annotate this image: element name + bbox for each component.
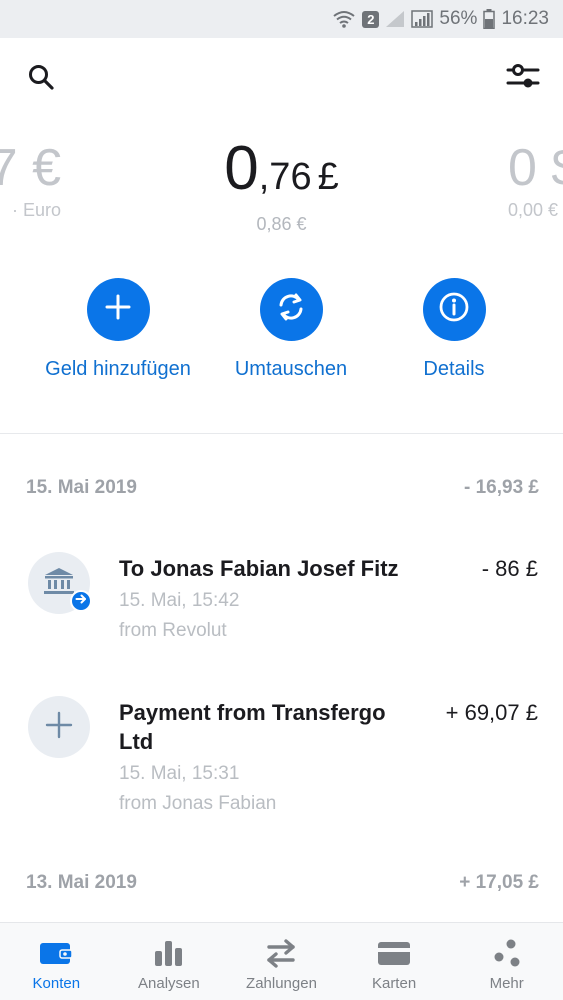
transaction-amount: - 86 £ [481, 556, 538, 581]
date-header: 13. Mai 2019 + 17,05 £ [26, 871, 539, 895]
signal-icon [411, 10, 434, 28]
transaction-avatar [28, 696, 90, 758]
signal-icon-secondary [385, 10, 405, 28]
exchange-circle[interactable] [259, 278, 323, 341]
arrow-right-icon [75, 592, 87, 610]
add-money-button[interactable]: Geld hinzufügen [28, 278, 208, 381]
add-money-circle[interactable] [86, 278, 150, 341]
top-bar [0, 38, 563, 118]
outgoing-badge [70, 590, 92, 612]
nav-analysen[interactable]: Analysen [113, 923, 226, 1000]
nav-mehr[interactable]: Mehr [450, 923, 563, 1000]
search-button[interactable] [24, 62, 58, 96]
transaction-title: Payment from Transfergo Ltd [119, 700, 386, 754]
filter-button[interactable] [505, 62, 541, 96]
transfer-arrows-icon [263, 937, 299, 969]
balance-converted-usd: 0,00 € [508, 200, 559, 220]
wifi-icon [332, 10, 356, 28]
search-icon [27, 63, 55, 96]
nav-analysen-label: Analysen [138, 975, 200, 992]
exchange-icon [275, 291, 307, 328]
transaction-amount: + 69,07 £ [445, 700, 538, 725]
nav-zahlungen[interactable]: Zahlungen [225, 923, 338, 1000]
date-label: 15. Mai 2019 [26, 477, 137, 498]
date-total: - 16,93 £ [464, 477, 539, 498]
details-label: Details [423, 358, 485, 380]
bottom-nav: Konten Analysen Zahlungen Karten Mehr [0, 922, 563, 1000]
transaction-row[interactable]: Payment from Transfergo Ltd + 69,07 £ 15… [0, 696, 563, 821]
nav-karten[interactable]: Karten [338, 923, 451, 1000]
transaction-time: 15. Mai, 15:31 [119, 763, 240, 784]
info-icon [438, 291, 470, 328]
clock: 16:23 [501, 8, 549, 29]
details-button[interactable]: Details [364, 278, 544, 381]
balance-converted: 0,86 € [256, 214, 307, 234]
exchange-button[interactable]: Umtauschen [201, 278, 381, 381]
nav-konten-label: Konten [32, 975, 81, 992]
more-dots-icon [490, 937, 524, 969]
transaction-time: 15. Mai, 15:42 [119, 590, 240, 611]
add-money-label: Geld hinzufügen [45, 358, 191, 380]
action-bar: Geld hinzufügen Umtauschen Details [0, 278, 563, 388]
plus-icon [105, 294, 131, 325]
balance-amount-usd: 0 $ [508, 139, 563, 197]
nav-konten[interactable]: Konten [0, 923, 113, 1000]
date-header: 15. Mai 2019 - 16,93 £ [26, 476, 539, 500]
balance-amount-gbp: 0,76 £ [0, 134, 563, 212]
nav-zahlungen-label: Zahlungen [246, 975, 317, 992]
transaction-detail: from Jonas Fabian [119, 793, 277, 814]
transaction-row[interactable]: To Jonas Fabian Josef Fitz - 86 £ 15. Ma… [0, 552, 563, 652]
balance-card-gbp[interactable]: 0,76 £ 0,86 € [0, 134, 563, 235]
balance-integer: 0 [224, 134, 259, 203]
date-total: + 17,05 £ [459, 872, 539, 893]
battery-icon [483, 9, 496, 29]
transaction-title: To Jonas Fabian Josef Fitz [119, 556, 399, 581]
exchange-label: Umtauschen [234, 358, 348, 380]
nav-mehr-label: Mehr [489, 975, 524, 992]
sim-badge: 2 [362, 10, 380, 28]
status-icons: 2 56% 16:23 [332, 7, 549, 31]
details-circle[interactable] [422, 278, 486, 341]
card-icon [376, 937, 412, 969]
date-label: 13. Mai 2019 [26, 872, 137, 893]
divider [0, 433, 563, 434]
nav-karten-label: Karten [371, 975, 417, 992]
status-bar: 2 56% 16:23 [0, 0, 563, 38]
bar-chart-icon [152, 937, 186, 969]
balance-carousel[interactable]: 7 € · Euro 0,76£ 0,86 € 0 $ 0,00 € [0, 128, 563, 238]
balance-card-usd[interactable]: 0 $ 0,00 € [508, 138, 563, 221]
transaction-detail: from Revolut [119, 620, 227, 641]
balance-currency: £ [317, 156, 339, 198]
plus-icon [44, 710, 74, 745]
battery-percent: 56% [439, 8, 478, 29]
balance-decimal: ,76 [258, 156, 312, 198]
wallet-icon [38, 937, 74, 969]
sliders-icon [506, 62, 540, 97]
